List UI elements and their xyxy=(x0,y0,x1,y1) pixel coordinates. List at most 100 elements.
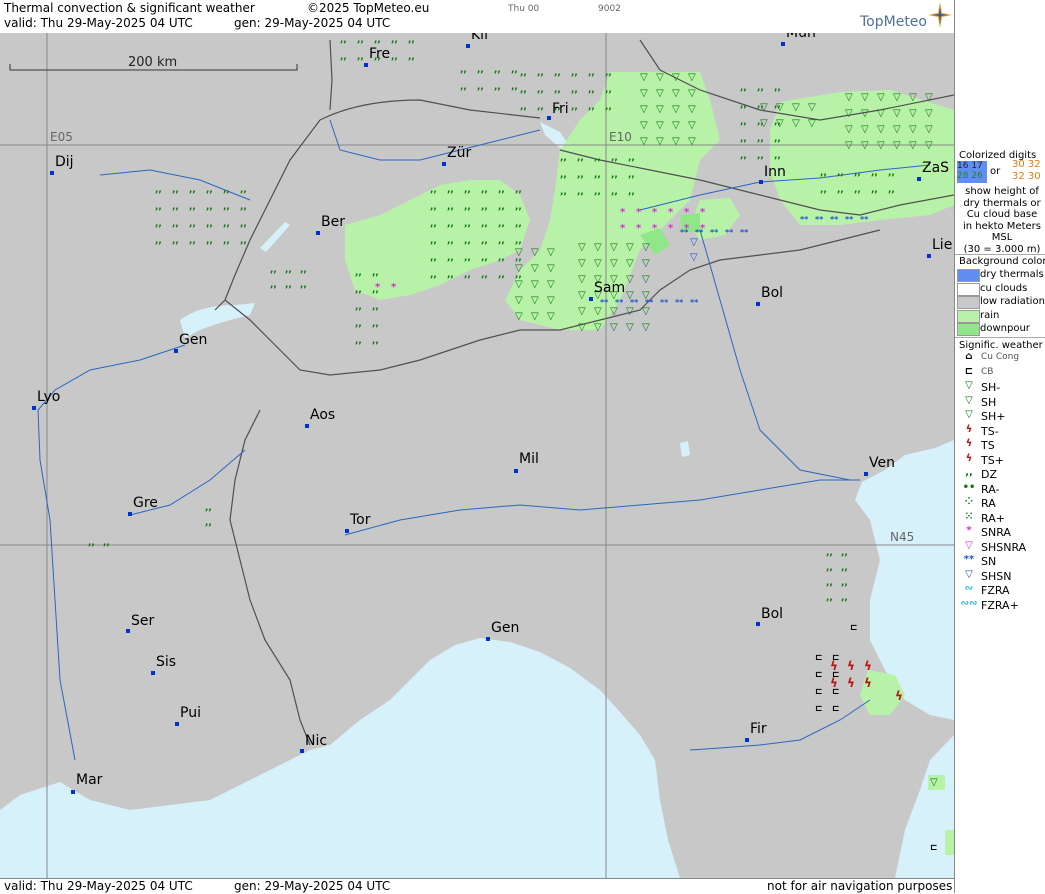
city-marker[interactable] xyxy=(589,297,593,301)
city-marker[interactable] xyxy=(71,790,75,794)
city-label[interactable]: Aos xyxy=(310,407,335,423)
legend-symbol-label: RA+ xyxy=(981,511,1005,525)
city-label[interactable]: ZaS xyxy=(922,160,949,176)
city-label[interactable]: Gen xyxy=(491,620,519,636)
city-label[interactable]: Mil xyxy=(519,451,539,467)
city-marker[interactable] xyxy=(316,231,320,235)
city-label[interactable]: Tor xyxy=(349,512,371,528)
drizzle-icon: ,, xyxy=(965,467,973,478)
legend-sig-title: Signific. weather xyxy=(959,340,1043,351)
drizzle-icon: ,, xyxy=(155,185,162,195)
map-title: Thermal convection & significant weather xyxy=(4,1,255,15)
city-label[interactable]: Bol xyxy=(761,606,783,622)
city-marker[interactable] xyxy=(32,406,36,410)
digits-text-line: show height of xyxy=(965,186,1039,197)
shower-icon: ▽ xyxy=(909,92,917,103)
snow-shower-icon: ▽ xyxy=(965,568,973,580)
drizzle-icon: ,, xyxy=(537,85,544,95)
city-label[interactable]: Bol xyxy=(761,285,783,301)
city-marker[interactable] xyxy=(442,162,446,166)
city-marker[interactable] xyxy=(927,254,931,258)
city-label[interactable]: Dij xyxy=(55,154,74,170)
legend-symbol-label: SHSNRA xyxy=(981,540,1027,554)
city-marker[interactable] xyxy=(128,512,132,516)
shower-icon: ▽ xyxy=(547,311,555,322)
drizzle-icon: ,, xyxy=(605,102,612,112)
shower-icon: ▽ xyxy=(672,104,680,115)
city-marker[interactable] xyxy=(305,424,309,428)
city-marker[interactable] xyxy=(345,529,349,533)
city-marker[interactable] xyxy=(486,637,490,641)
drizzle-icon: ,, xyxy=(588,85,595,95)
city-marker[interactable] xyxy=(781,42,785,46)
snow-rain-icon: * xyxy=(652,223,658,234)
city-marker[interactable] xyxy=(466,44,470,48)
drizzle-icon: ,, xyxy=(520,68,527,78)
city-marker[interactable] xyxy=(759,180,763,184)
city-marker[interactable] xyxy=(917,177,921,181)
city-label[interactable]: Kli xyxy=(471,33,488,43)
city-label[interactable]: Fir xyxy=(750,721,767,737)
city-label[interactable]: Ven xyxy=(869,455,895,471)
digits-explanation: show height of dry thermals or Cu cloud ba… xyxy=(959,186,1045,255)
valid-time: valid: Thu 29-May-2025 04 UTC xyxy=(4,16,193,30)
drizzle-icon: ,, xyxy=(820,185,827,195)
map-header: Thermal convection & significant weather… xyxy=(0,0,954,34)
city-label[interactable]: Sam xyxy=(594,280,625,296)
drizzle-icon: ,, xyxy=(460,65,467,75)
drizzle-icon: ,, xyxy=(740,100,747,110)
city-label[interactable]: Gen xyxy=(179,332,207,348)
city-marker[interactable] xyxy=(864,472,868,476)
legend-symbol-label: FZRA+ xyxy=(981,598,1019,612)
drizzle-icon: ,, xyxy=(408,52,415,62)
freezing-rain-icon: ∾ xyxy=(964,583,974,594)
drizzle-icon: ,, xyxy=(240,202,247,212)
shower-light-icon: ▽ xyxy=(965,380,973,391)
drizzle-icon: ,, xyxy=(594,187,601,197)
map-canvas[interactable]: E05 E10 N45 ,,,,,,,,,,,,,,,,,,,,,,,,,,,,,,… xyxy=(0,33,954,878)
city-marker[interactable] xyxy=(514,469,518,473)
city-label[interactable]: Ser xyxy=(131,613,155,629)
city-label[interactable]: Fre xyxy=(369,46,390,62)
digits-text-line: MSL xyxy=(991,232,1013,243)
city-label[interactable]: Sis xyxy=(156,654,176,670)
drizzle-icon: ,, xyxy=(300,280,307,290)
city-label[interactable]: Zür xyxy=(447,145,471,161)
drizzle-icon: ,, xyxy=(515,185,522,195)
shower-icon: ▽ xyxy=(672,120,680,131)
city-marker[interactable] xyxy=(364,63,368,67)
drizzle-icon: ,, xyxy=(240,236,247,246)
city-label[interactable]: Lyo xyxy=(37,389,60,405)
city-label[interactable]: Mün xyxy=(786,33,816,41)
city-label[interactable]: Mar xyxy=(76,772,103,788)
drizzle-icon: ,, xyxy=(240,219,247,229)
city-marker[interactable] xyxy=(547,116,551,120)
drizzle-icon: ,, xyxy=(774,151,781,161)
city-label[interactable]: Gre xyxy=(133,495,158,511)
drizzle-icon: ,, xyxy=(837,185,844,195)
rain-heavy-icon: ⁙ xyxy=(964,510,974,522)
city-marker[interactable] xyxy=(745,738,749,742)
city-label[interactable]: Nic xyxy=(305,733,327,749)
drizzle-icon: ,, xyxy=(189,202,196,212)
city-label[interactable]: Lie xyxy=(932,237,952,253)
shower-icon: ▽ xyxy=(909,140,917,151)
city-marker[interactable] xyxy=(50,171,54,175)
city-marker[interactable] xyxy=(756,622,760,626)
shower-icon: ▽ xyxy=(531,247,539,258)
city-label[interactable]: Inn xyxy=(764,164,786,180)
snow-icon: ** xyxy=(660,298,669,307)
city-marker[interactable] xyxy=(756,302,760,306)
city-marker[interactable] xyxy=(175,722,179,726)
city-label[interactable]: Fri xyxy=(552,101,569,117)
city-marker[interactable] xyxy=(174,349,178,353)
drizzle-icon: ,, xyxy=(826,548,833,558)
shower-icon: ▽ xyxy=(656,104,664,115)
drizzle-icon: ,, xyxy=(447,270,454,280)
city-marker[interactable] xyxy=(126,629,130,633)
city-marker[interactable] xyxy=(151,671,155,675)
city-label[interactable]: Pui xyxy=(180,705,201,721)
weather-map[interactable]: E05 E10 N45 ,,,,,,,,,,,,,,,,,,,,,,,,,,,,,,… xyxy=(0,33,954,878)
city-label[interactable]: Ber xyxy=(321,214,345,230)
city-marker[interactable] xyxy=(300,749,304,753)
